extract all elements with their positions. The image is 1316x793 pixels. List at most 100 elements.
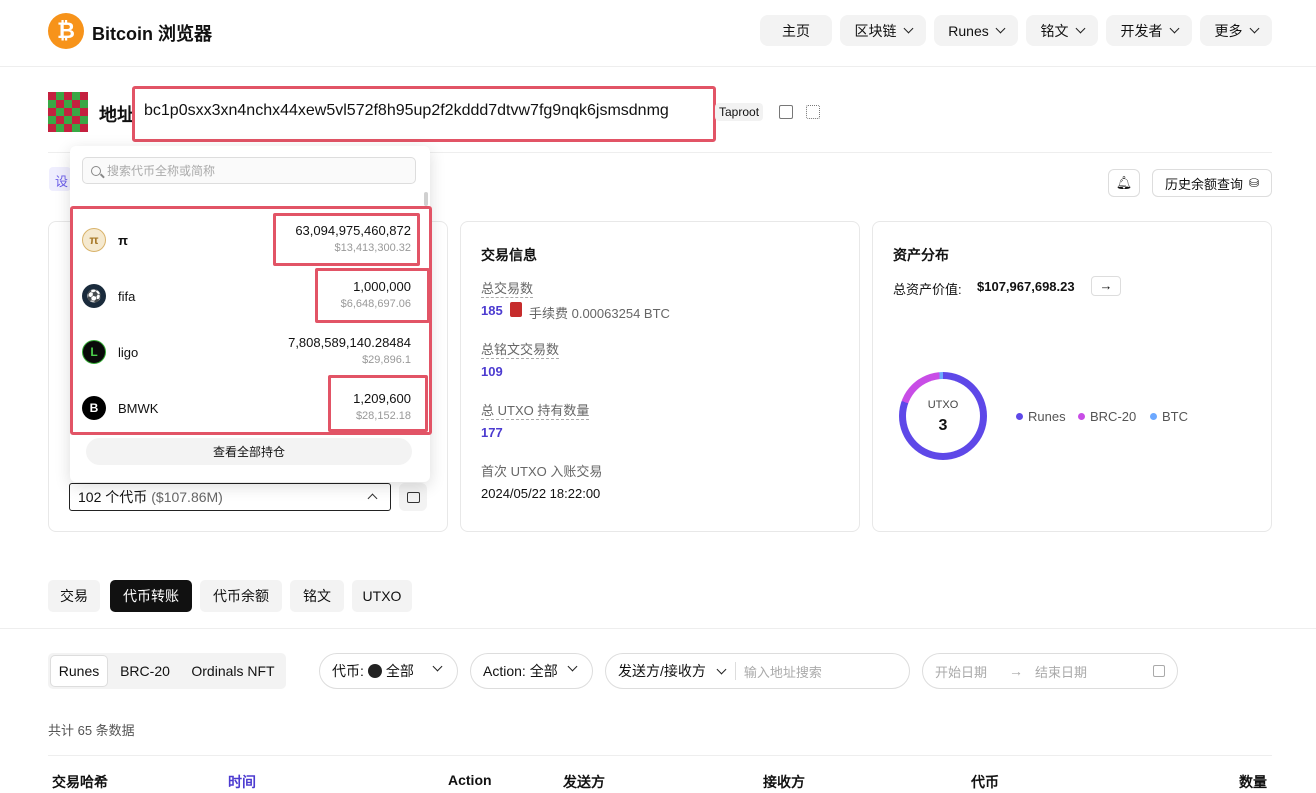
- qr-code-icon[interactable]: [806, 105, 820, 119]
- token-usd: $13,413,300.32: [334, 242, 411, 254]
- legend-brc20: BRC-20: [1078, 409, 1136, 424]
- arrow-right-icon: →: [1009, 663, 1024, 679]
- bitcoin-logo-icon[interactable]: ₿: [48, 13, 84, 49]
- fee-text: 手续费 0.00063254 BTC: [529, 306, 670, 321]
- fee-icon: [510, 302, 522, 317]
- chevron-down-icon: [995, 23, 1006, 34]
- segment-runes[interactable]: Runes: [51, 656, 107, 686]
- token-amount: 1,000,000: [353, 279, 411, 294]
- chevron-down-icon: [432, 661, 443, 672]
- nav-blockchain[interactable]: 区块链: [840, 15, 926, 46]
- token-usd: $6,648,697.06: [340, 298, 411, 310]
- chevron-up-icon: [367, 493, 378, 504]
- nav-home[interactable]: 主页: [760, 15, 832, 46]
- calendar-icon: [1153, 665, 1165, 677]
- tab-token-transfers[interactable]: 代币转账: [110, 580, 192, 612]
- history-balance-button[interactable]: 历史余额查询 ⛁: [1152, 169, 1272, 197]
- segment-brc20[interactable]: BRC-20: [110, 656, 180, 686]
- first-utxo-label: 首次 UTXO 入账交易: [481, 464, 603, 479]
- end-date-input[interactable]: 结束日期: [1035, 662, 1087, 681]
- dropdown-scrollbar[interactable]: [424, 192, 428, 206]
- party-filter[interactable]: 发送方/接收方 输入地址搜索: [605, 653, 910, 689]
- chevron-down-icon: [903, 23, 913, 34]
- token-name: fifa: [118, 289, 136, 304]
- column-sender: 发送方: [563, 774, 605, 790]
- nav-more[interactable]: 更多: [1200, 15, 1272, 46]
- bell-icon: 🔔︎: [1115, 175, 1133, 190]
- view-all-holdings-button[interactable]: 查看全部持仓: [86, 438, 412, 465]
- legend-btc: BTC: [1150, 409, 1188, 424]
- notification-button[interactable]: 🔔︎: [1108, 169, 1140, 197]
- utxo-count-label: 总 UTXO 持有数量: [481, 400, 590, 420]
- token-usd: $29,896.1: [362, 354, 411, 366]
- address-type-badge: Taproot: [715, 103, 764, 121]
- token-usd: $28,152.18: [355, 410, 411, 422]
- address-value[interactable]: bc1p0sxx3xn4nchx44xew5vl572f8h95up2f2kdd…: [144, 102, 669, 120]
- column-amount: 数量: [1239, 774, 1267, 790]
- token-name: BMWK: [118, 401, 159, 416]
- token-name: ligo: [118, 345, 139, 360]
- column-action: Action: [448, 772, 492, 788]
- tx-info-title: 交易信息: [481, 247, 537, 263]
- inscription-tx-label: 总铭文交易数: [481, 339, 560, 359]
- token-grid-icon: [367, 664, 382, 678]
- column-receiver: 接收方: [763, 774, 805, 790]
- tab-inscriptions[interactable]: 铭文: [290, 580, 344, 612]
- brand-title[interactable]: Bitcoin 浏览器: [92, 20, 212, 46]
- token-amount: 1,209,600: [353, 391, 411, 406]
- divider: [48, 755, 1272, 756]
- inscription-tx-value[interactable]: 109: [481, 364, 503, 379]
- token-search-input[interactable]: 搜索代币全称或简称: [82, 157, 416, 184]
- chevron-down-icon: [1249, 23, 1259, 34]
- fifa-token-icon: ⚽: [82, 284, 106, 308]
- address-search-input[interactable]: 输入地址搜索: [744, 662, 822, 681]
- arrow-right-icon[interactable]: →: [1091, 276, 1121, 296]
- action-filter[interactable]: Action: 全部: [470, 653, 593, 689]
- divider: [0, 628, 1316, 629]
- total-count: 共计 65 条数据: [48, 723, 135, 738]
- bmwk-token-icon: B: [82, 396, 106, 420]
- first-utxo-value: 2024/05/22 18:22:00: [481, 486, 601, 501]
- tab-utxo[interactable]: UTXO: [352, 580, 412, 612]
- token-filter[interactable]: 代币: 全部: [319, 653, 458, 689]
- wallet-icon: [406, 491, 420, 503]
- donut-label: UTXO: [927, 399, 959, 411]
- chevron-down-icon: [567, 661, 578, 672]
- settings-chip[interactable]: 设: [49, 167, 71, 191]
- ligo-token-icon: L: [82, 340, 106, 364]
- address-avatar: [48, 92, 88, 132]
- chevron-down-icon: [1075, 23, 1085, 34]
- total-tx-value[interactable]: 185: [481, 303, 503, 318]
- start-date-input[interactable]: 开始日期: [935, 662, 987, 681]
- date-range-picker[interactable]: 开始日期 → 结束日期: [922, 653, 1178, 689]
- amount-highlight: [273, 213, 420, 266]
- nav-runes[interactable]: Runes: [934, 15, 1018, 46]
- chevron-down-icon: [1169, 23, 1179, 34]
- assets-title: 资产分布: [893, 247, 949, 263]
- copy-icon[interactable]: [779, 105, 793, 119]
- segment-ordinals-nft[interactable]: Ordinals NFT: [184, 656, 282, 686]
- tab-token-balances[interactable]: 代币余额: [200, 580, 282, 612]
- total-assets-value: $107,967,698.23: [977, 279, 1075, 294]
- nav-developers[interactable]: 开发者: [1106, 15, 1192, 46]
- utxo-count-value[interactable]: 177: [481, 425, 503, 440]
- tab-transactions[interactable]: 交易: [48, 580, 100, 612]
- search-icon: [91, 165, 101, 176]
- wallet-button[interactable]: [399, 483, 427, 511]
- token-select[interactable]: 102 个代币 ($107.86M): [69, 483, 391, 511]
- chevron-down-icon: [716, 664, 727, 674]
- top-header: ₿ Bitcoin 浏览器 主页 区块链 Runes 铭文 开发者 更多: [0, 0, 1316, 67]
- column-token: 代币: [971, 774, 999, 790]
- column-tx-hash: 交易哈希: [52, 774, 108, 790]
- coins-icon: ⛁: [1248, 176, 1260, 190]
- total-assets-label: 总资产价值:: [893, 282, 962, 297]
- pi-token-icon: π: [82, 228, 106, 252]
- token-amount: 7,808,589,140.28484: [288, 335, 411, 350]
- column-time[interactable]: 时间: [228, 772, 256, 792]
- legend-runes: Runes: [1016, 409, 1066, 424]
- address-label: 地址: [99, 105, 135, 125]
- utxo-donut-chart: [899, 372, 987, 460]
- token-amount: 63,094,975,460,872: [295, 223, 411, 238]
- nav-inscriptions[interactable]: 铭文: [1026, 15, 1098, 46]
- donut-value: 3: [938, 417, 948, 434]
